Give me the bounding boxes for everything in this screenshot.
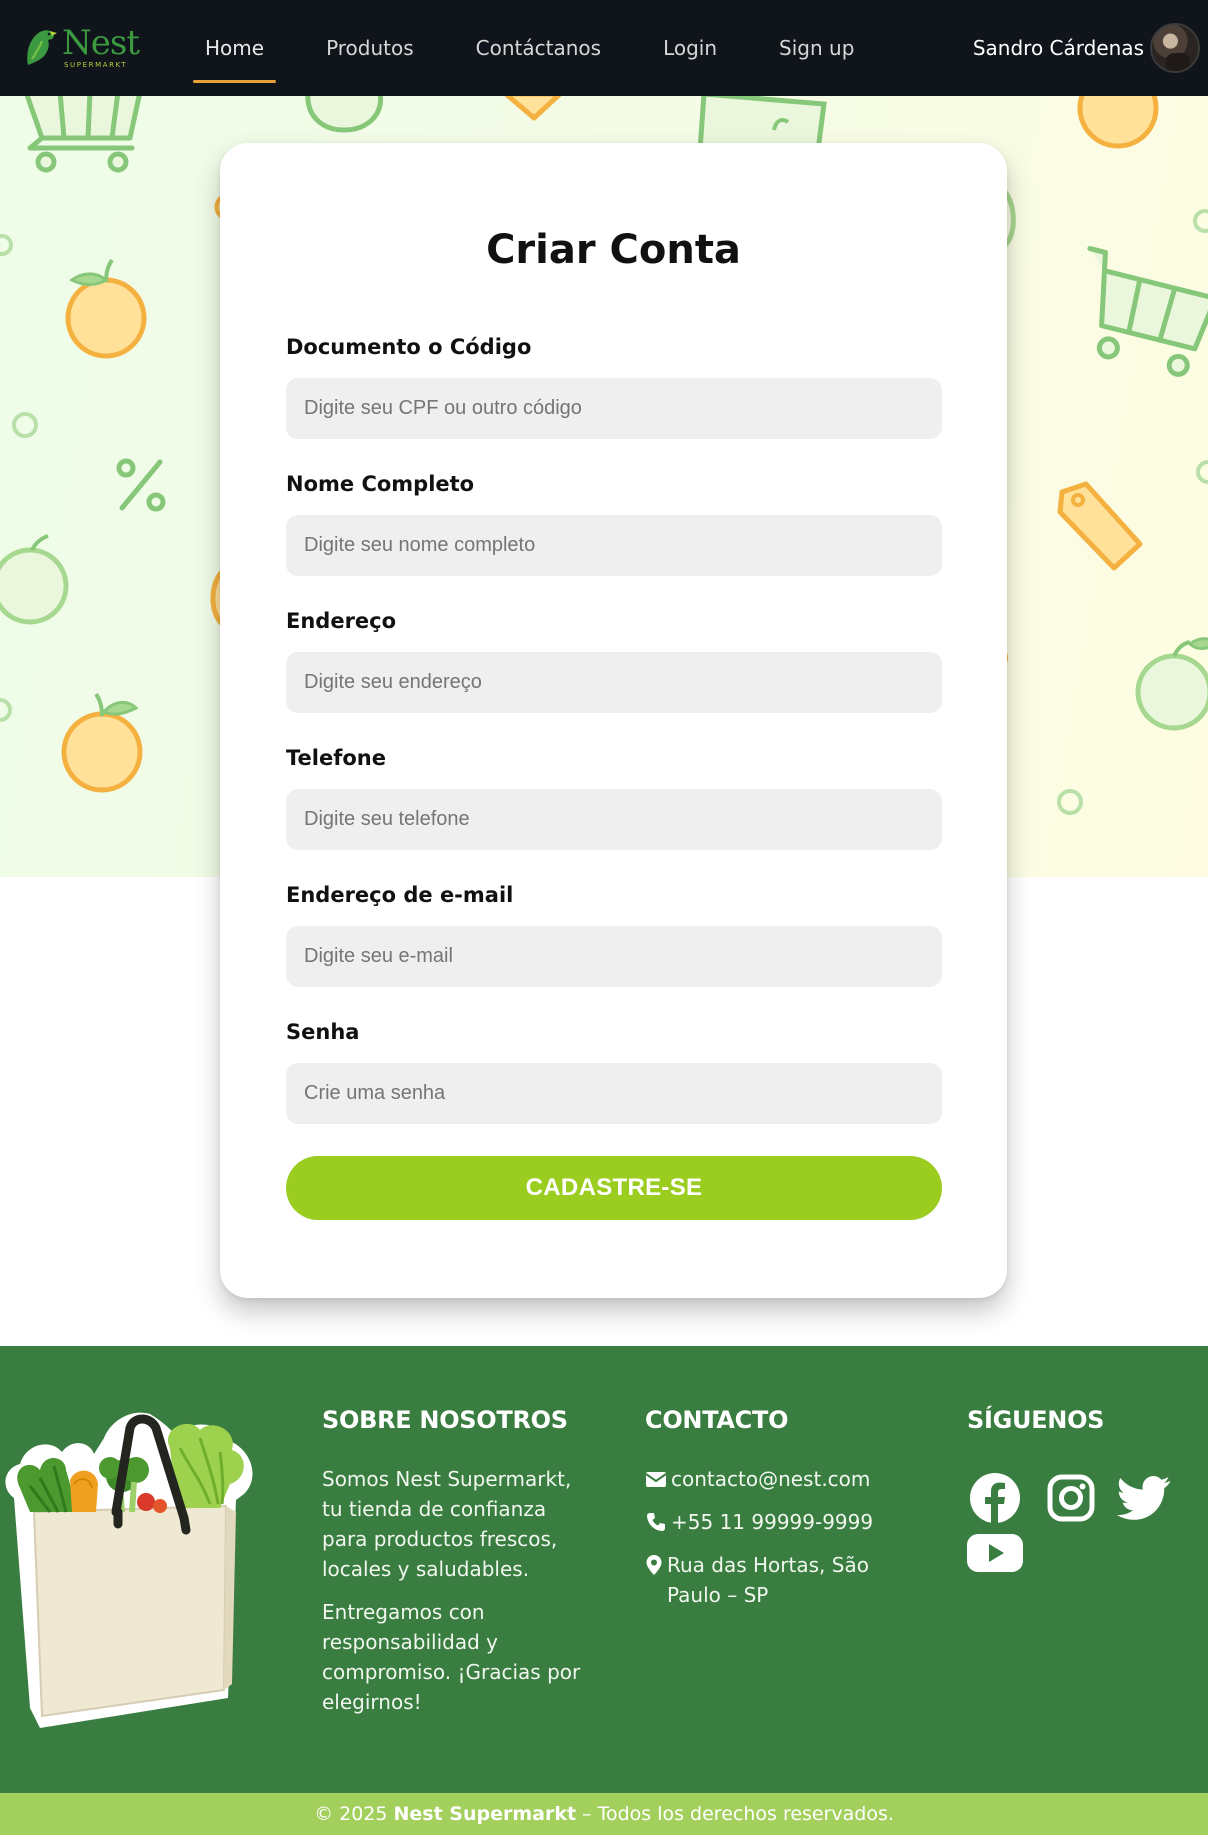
- bird-logo-icon: [27, 30, 57, 65]
- address-label: Endereço: [286, 609, 397, 633]
- form-title: Criar Conta: [486, 227, 741, 273]
- apple-icon: [0, 534, 69, 625]
- copyright-brand: Nest Supermarkt: [393, 1803, 577, 1825]
- contact-phone-text[interactable]: +55 11 99999-9999: [671, 1507, 873, 1537]
- register-card: Criar Conta Documento o Código Nome Comp…: [220, 143, 1007, 1298]
- contact-email[interactable]: contacto@nest.com: [645, 1464, 895, 1494]
- circle-decoration-icon: [1196, 460, 1208, 484]
- nav-link-contactanos[interactable]: Contáctanos: [476, 0, 601, 96]
- email-label: Endereço de e-mail: [286, 883, 514, 907]
- instagram-icon[interactable]: [1047, 1474, 1095, 1522]
- circle-decoration-icon: [12, 412, 38, 438]
- circle-decoration-icon: [1193, 209, 1208, 233]
- orange-icon: [65, 258, 147, 359]
- tag-icon: [504, 96, 562, 121]
- copyright-suffix: – Todos los derechos reservados.: [582, 1803, 894, 1825]
- copyright-prefix: © 2025: [314, 1803, 388, 1825]
- brand-logo[interactable]: Nest SUPERMARKT: [24, 24, 142, 70]
- document-label: Documento o Código: [286, 335, 532, 359]
- shopping-cart-icon: [24, 96, 142, 173]
- about-paragraph: Entregamos con responsabilidad y comprom…: [322, 1600, 581, 1714]
- apple-icon: [1135, 637, 1208, 731]
- twitter-icon[interactable]: [1117, 1476, 1171, 1522]
- about-heading: SOBRE NOSOTROS: [322, 1406, 568, 1434]
- full-name-label: Nome Completo: [286, 472, 475, 496]
- nav-link-signup[interactable]: Sign up: [779, 0, 854, 96]
- circle-decoration-icon: [0, 234, 13, 256]
- brand-tagline: SUPERMARKT: [64, 60, 128, 69]
- orange-icon: [1077, 96, 1159, 149]
- about-paragraph: Somos Nest Supermarkt, tu tienda de conf…: [322, 1467, 572, 1581]
- phone-input[interactable]: [286, 789, 942, 850]
- contact-phone[interactable]: +55 11 99999-9999: [645, 1507, 895, 1537]
- user-menu[interactable]: Sandro Cárdenas: [973, 22, 1200, 74]
- avatar[interactable]: [1150, 23, 1200, 73]
- facebook-icon[interactable]: [969, 1472, 1021, 1524]
- email-input[interactable]: [286, 926, 942, 987]
- price-tag-icon: [1057, 481, 1143, 571]
- navbar: Nest SUPERMARKT Home Produtos Contáctano…: [0, 0, 1208, 96]
- map-pin-icon: [646, 1555, 662, 1575]
- circle-decoration-icon: [1057, 789, 1083, 815]
- footer-social: SÍGUENOS: [967, 1406, 1207, 1606]
- grocery-bag-icon: [5, 1412, 253, 1728]
- signup-submit-button[interactable]: CADASTRE-SE: [286, 1156, 942, 1220]
- percent-icon: [116, 458, 166, 512]
- apple-icon: [305, 96, 384, 133]
- address-input[interactable]: [286, 652, 942, 713]
- phone-label: Telefone: [286, 746, 386, 770]
- nav-link-produtos[interactable]: Produtos: [326, 0, 414, 96]
- orange-icon: [61, 692, 143, 793]
- brand-name: Nest: [62, 22, 140, 63]
- footer: SOBRE NOSOTROS Somos Nest Supermarkt, tu…: [0, 1346, 1208, 1793]
- envelope-icon: [645, 1472, 667, 1487]
- circle-decoration-icon: [0, 698, 12, 722]
- nav-link-home[interactable]: Home: [192, 0, 277, 96]
- contact-address-text: Rua das Hortas, São Paulo – SP: [667, 1553, 869, 1607]
- password-label: Senha: [286, 1020, 360, 1044]
- contact-heading: CONTACTO: [645, 1406, 789, 1434]
- shopping-bag-icon: [697, 96, 827, 150]
- main-nav: Home Produtos Contáctanos Login Sign up: [192, 0, 916, 96]
- copyright-bar: © 2025 Nest Supermarkt – Todos los derec…: [0, 1793, 1208, 1835]
- shopping-cart-icon: [1087, 246, 1208, 377]
- footer-about: SOBRE NOSOTROS Somos Nest Supermarkt, tu…: [322, 1406, 582, 1717]
- document-input[interactable]: [286, 378, 942, 439]
- contact-address: Rua das Hortas, São Paulo – SP: [645, 1550, 895, 1610]
- social-heading: SÍGUENOS: [967, 1406, 1105, 1434]
- nav-link-login[interactable]: Login: [663, 0, 717, 96]
- youtube-icon[interactable]: [967, 1532, 1023, 1574]
- full-name-input[interactable]: [286, 515, 942, 576]
- password-input[interactable]: [286, 1063, 942, 1124]
- footer-contact: CONTACTO contacto@nest.com +55 11 99999-…: [645, 1406, 895, 1610]
- phone-icon: [647, 1513, 665, 1531]
- contact-email-text[interactable]: contacto@nest.com: [671, 1464, 870, 1494]
- user-name[interactable]: Sandro Cárdenas: [973, 36, 1144, 60]
